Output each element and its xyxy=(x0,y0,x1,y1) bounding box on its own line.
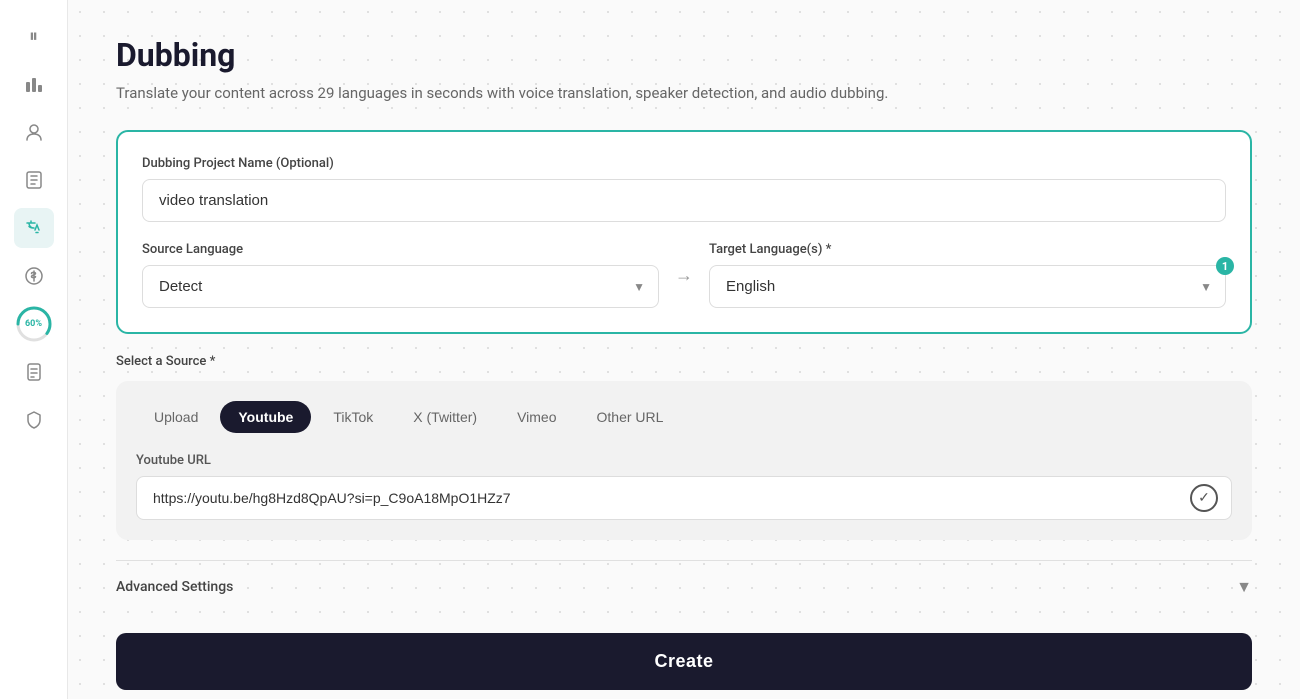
language-arrow-icon: → xyxy=(675,265,693,286)
translate-icon[interactable] xyxy=(14,208,54,248)
source-language-select[interactable]: Detect English Spanish French German Chi… xyxy=(142,265,659,308)
page-title: Dubbing xyxy=(116,36,1252,74)
page-subtitle: Translate your content across 29 languag… xyxy=(116,84,1252,102)
source-card: Upload Youtube TikTok X (Twitter) Vimeo … xyxy=(116,381,1252,540)
source-section: Select a Source * Upload Youtube TikTok … xyxy=(116,354,1252,540)
tab-twitter[interactable]: X (Twitter) xyxy=(395,401,495,433)
youtube-url-input[interactable] xyxy=(136,476,1232,520)
book-icon[interactable] xyxy=(14,160,54,200)
form-card: Dubbing Project Name (Optional) Source L… xyxy=(116,130,1252,334)
user-icon[interactable] xyxy=(14,112,54,152)
tab-tiktok[interactable]: TikTok xyxy=(315,401,391,433)
tab-other-url[interactable]: Other URL xyxy=(579,401,682,433)
source-tabs: Upload Youtube TikTok X (Twitter) Vimeo … xyxy=(136,401,1232,433)
document-icon[interactable] xyxy=(14,352,54,392)
analytics-icon[interactable] xyxy=(14,64,54,104)
sidebar: ⏸ 60% xyxy=(0,0,68,699)
create-button[interactable]: Create xyxy=(116,633,1252,690)
tab-youtube[interactable]: Youtube xyxy=(220,401,311,433)
progress-icon: 60% xyxy=(14,304,54,344)
advanced-settings-row[interactable]: Advanced Settings ▼ xyxy=(116,560,1252,613)
advanced-label: Advanced Settings xyxy=(116,579,233,595)
tab-vimeo[interactable]: Vimeo xyxy=(499,401,574,433)
main-content: Dubbing Translate your content across 29… xyxy=(68,0,1300,699)
language-row: Source Language Detect English Spanish F… xyxy=(142,242,1226,308)
url-label: Youtube URL xyxy=(136,453,1232,468)
target-language-group: Target Language(s) * English Spanish Fre… xyxy=(709,242,1226,308)
project-name-label: Dubbing Project Name (Optional) xyxy=(142,156,1226,171)
source-language-label: Source Language xyxy=(142,242,659,257)
target-language-label: Target Language(s) * xyxy=(709,242,1226,257)
url-check-icon: ✓ xyxy=(1190,484,1218,512)
project-name-field: Dubbing Project Name (Optional) xyxy=(142,156,1226,242)
source-language-group: Source Language Detect English Spanish F… xyxy=(142,242,659,308)
tab-upload[interactable]: Upload xyxy=(136,401,216,433)
advanced-chevron-icon: ▼ xyxy=(1236,577,1252,597)
dollar-icon[interactable] xyxy=(14,256,54,296)
progress-text: 60% xyxy=(25,319,42,329)
url-input-wrapper: ✓ xyxy=(136,476,1232,520)
pause-icon[interactable]: ⏸ xyxy=(14,16,54,56)
target-count-badge: 1 xyxy=(1216,257,1234,275)
target-language-select[interactable]: English Spanish French German Chinese Ja… xyxy=(709,265,1226,308)
shield-icon[interactable] xyxy=(14,400,54,440)
source-language-select-wrapper: Detect English Spanish French German Chi… xyxy=(142,265,659,308)
project-name-input[interactable] xyxy=(142,179,1226,222)
target-language-select-wrapper: English Spanish French German Chinese Ja… xyxy=(709,265,1226,308)
source-label: Select a Source * xyxy=(116,354,1252,369)
